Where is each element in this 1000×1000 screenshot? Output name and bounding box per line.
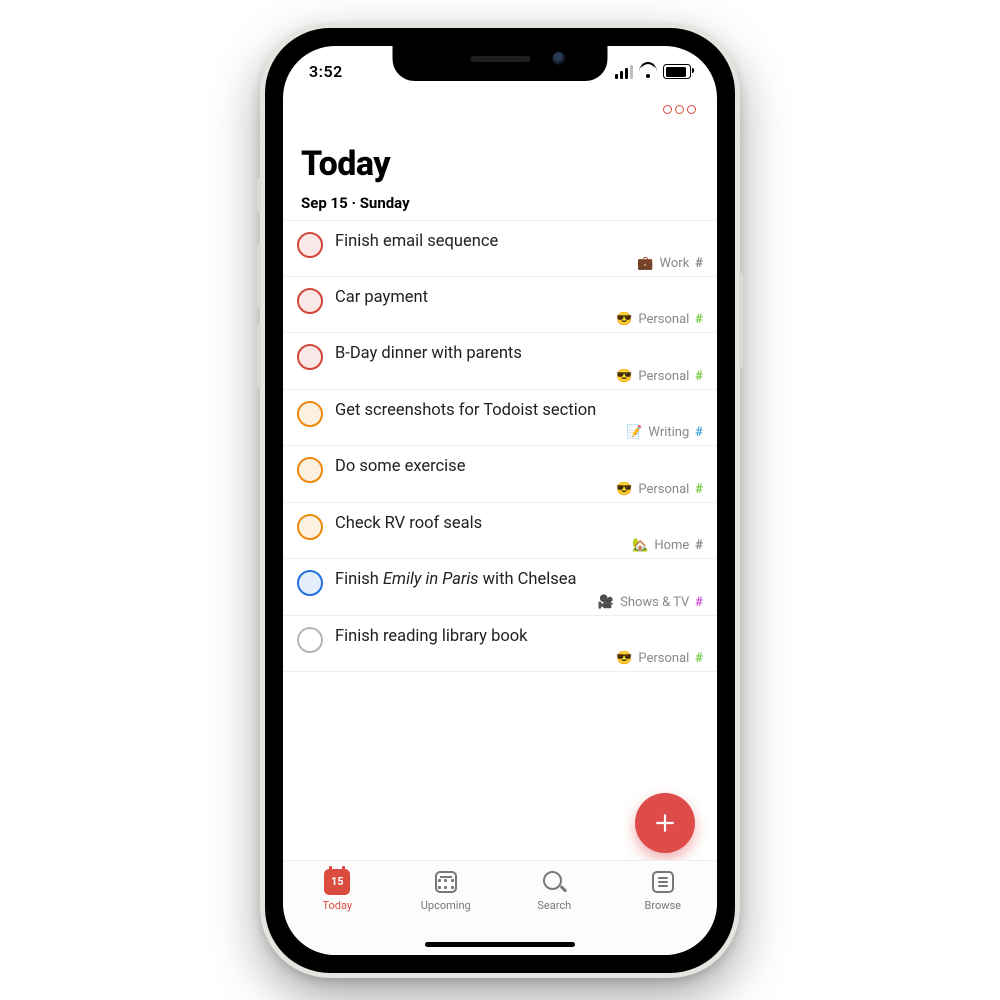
task-title: Car payment <box>335 287 703 308</box>
task-project-label[interactable]: 📝Writing# <box>335 425 703 440</box>
battery-icon <box>663 64 691 79</box>
page-title: Today <box>301 144 717 184</box>
tab-label: Today <box>322 899 352 912</box>
hash-icon: # <box>695 651 703 666</box>
task-checkbox[interactable] <box>297 401 323 427</box>
home-indicator[interactable] <box>425 942 575 947</box>
add-task-button[interactable] <box>635 793 695 853</box>
more-options-button[interactable] <box>661 98 697 122</box>
cellular-icon <box>615 65 633 79</box>
task-project-label[interactable]: 😎Personal# <box>335 482 703 497</box>
task-title: Finish Emily in Paris with Chelsea <box>335 569 703 590</box>
tab-bar: 15 Today Upcoming Search Browse <box>283 860 717 955</box>
task-title: Do some exercise <box>335 456 703 477</box>
task-checkbox[interactable] <box>297 627 323 653</box>
front-camera <box>552 52 565 65</box>
project-emoji-icon: 😎 <box>616 312 632 327</box>
wifi-icon <box>639 65 657 78</box>
screen: 3:52 Today Sep 15 · Sunday Finish <box>283 46 717 955</box>
project-emoji-icon: 🎥 <box>598 595 614 610</box>
task-project-label[interactable]: 🏡Home# <box>335 538 703 553</box>
task-row[interactable]: Check RV roof seals 🏡Home# <box>283 502 717 558</box>
search-icon <box>543 871 565 893</box>
tab-label: Browse <box>644 899 681 912</box>
tab-browse[interactable]: Browse <box>609 869 718 955</box>
task-row[interactable]: B-Day dinner with parents 😎Personal# <box>283 332 717 388</box>
task-row[interactable]: Finish reading library book 😎Personal# <box>283 615 717 672</box>
status-time: 3:52 <box>309 62 343 81</box>
project-emoji-icon: 😎 <box>616 369 632 384</box>
task-checkbox[interactable] <box>297 570 323 596</box>
project-emoji-icon: 😎 <box>616 651 632 666</box>
task-checkbox[interactable] <box>297 232 323 258</box>
mute-switch[interactable] <box>257 178 261 213</box>
volume-down-button[interactable] <box>257 323 261 387</box>
volume-up-button[interactable] <box>257 243 261 307</box>
hash-icon: # <box>695 312 703 327</box>
task-project-label[interactable]: 😎Personal# <box>335 312 703 327</box>
notch <box>393 46 608 81</box>
page-date: Sep 15 · Sunday <box>301 194 717 212</box>
hash-icon: # <box>695 369 703 384</box>
hash-icon: # <box>695 256 703 271</box>
task-checkbox[interactable] <box>297 344 323 370</box>
tab-label: Upcoming <box>421 899 471 912</box>
task-project-label[interactable]: 💼Work# <box>335 256 703 271</box>
task-row[interactable]: Do some exercise 😎Personal# <box>283 445 717 501</box>
task-title: Check RV roof seals <box>335 513 703 534</box>
hash-icon: # <box>695 538 703 553</box>
hash-icon: # <box>695 425 703 440</box>
task-row[interactable]: Get screenshots for Todoist section 📝Writ… <box>283 389 717 445</box>
task-title: Get screenshots for Todoist section <box>335 400 703 421</box>
phone-frame: 3:52 Today Sep 15 · Sunday Finish <box>260 23 740 978</box>
task-row[interactable]: Finish email sequence 💼Work# <box>283 220 717 276</box>
task-title: B-Day dinner with parents <box>335 343 703 364</box>
tab-label: Search <box>537 899 571 912</box>
task-row[interactable]: Car payment 😎Personal# <box>283 276 717 332</box>
plus-icon <box>652 810 678 836</box>
project-emoji-icon: 🏡 <box>632 538 648 553</box>
project-emoji-icon: 💼 <box>637 256 653 271</box>
task-project-label[interactable]: 😎Personal# <box>335 369 703 384</box>
task-checkbox[interactable] <box>297 514 323 540</box>
task-list: Finish email sequence 💼Work# Car payment 😎P… <box>283 220 717 673</box>
task-title: Finish email sequence <box>335 231 703 252</box>
more-dots-icon <box>663 105 672 114</box>
browse-icon <box>652 871 674 893</box>
project-emoji-icon: 😎 <box>616 482 632 497</box>
content: Today Sep 15 · Sunday Finish email seque… <box>283 138 717 869</box>
task-project-label[interactable]: 🎥Shows & TV# <box>335 595 703 610</box>
project-emoji-icon: 📝 <box>626 425 642 440</box>
task-project-label[interactable]: 😎Personal# <box>335 651 703 666</box>
calendar-today-icon: 15 <box>324 869 350 895</box>
task-checkbox[interactable] <box>297 288 323 314</box>
speaker-grille <box>470 56 530 62</box>
task-title: Finish reading library book <box>335 626 703 647</box>
calendar-upcoming-icon <box>435 871 457 893</box>
task-row[interactable]: Finish Emily in Paris with Chelsea 🎥Shows… <box>283 558 717 614</box>
hash-icon: # <box>695 595 703 610</box>
power-button[interactable] <box>739 273 743 368</box>
tab-today[interactable]: 15 Today <box>283 869 392 955</box>
task-checkbox[interactable] <box>297 457 323 483</box>
hash-icon: # <box>695 482 703 497</box>
